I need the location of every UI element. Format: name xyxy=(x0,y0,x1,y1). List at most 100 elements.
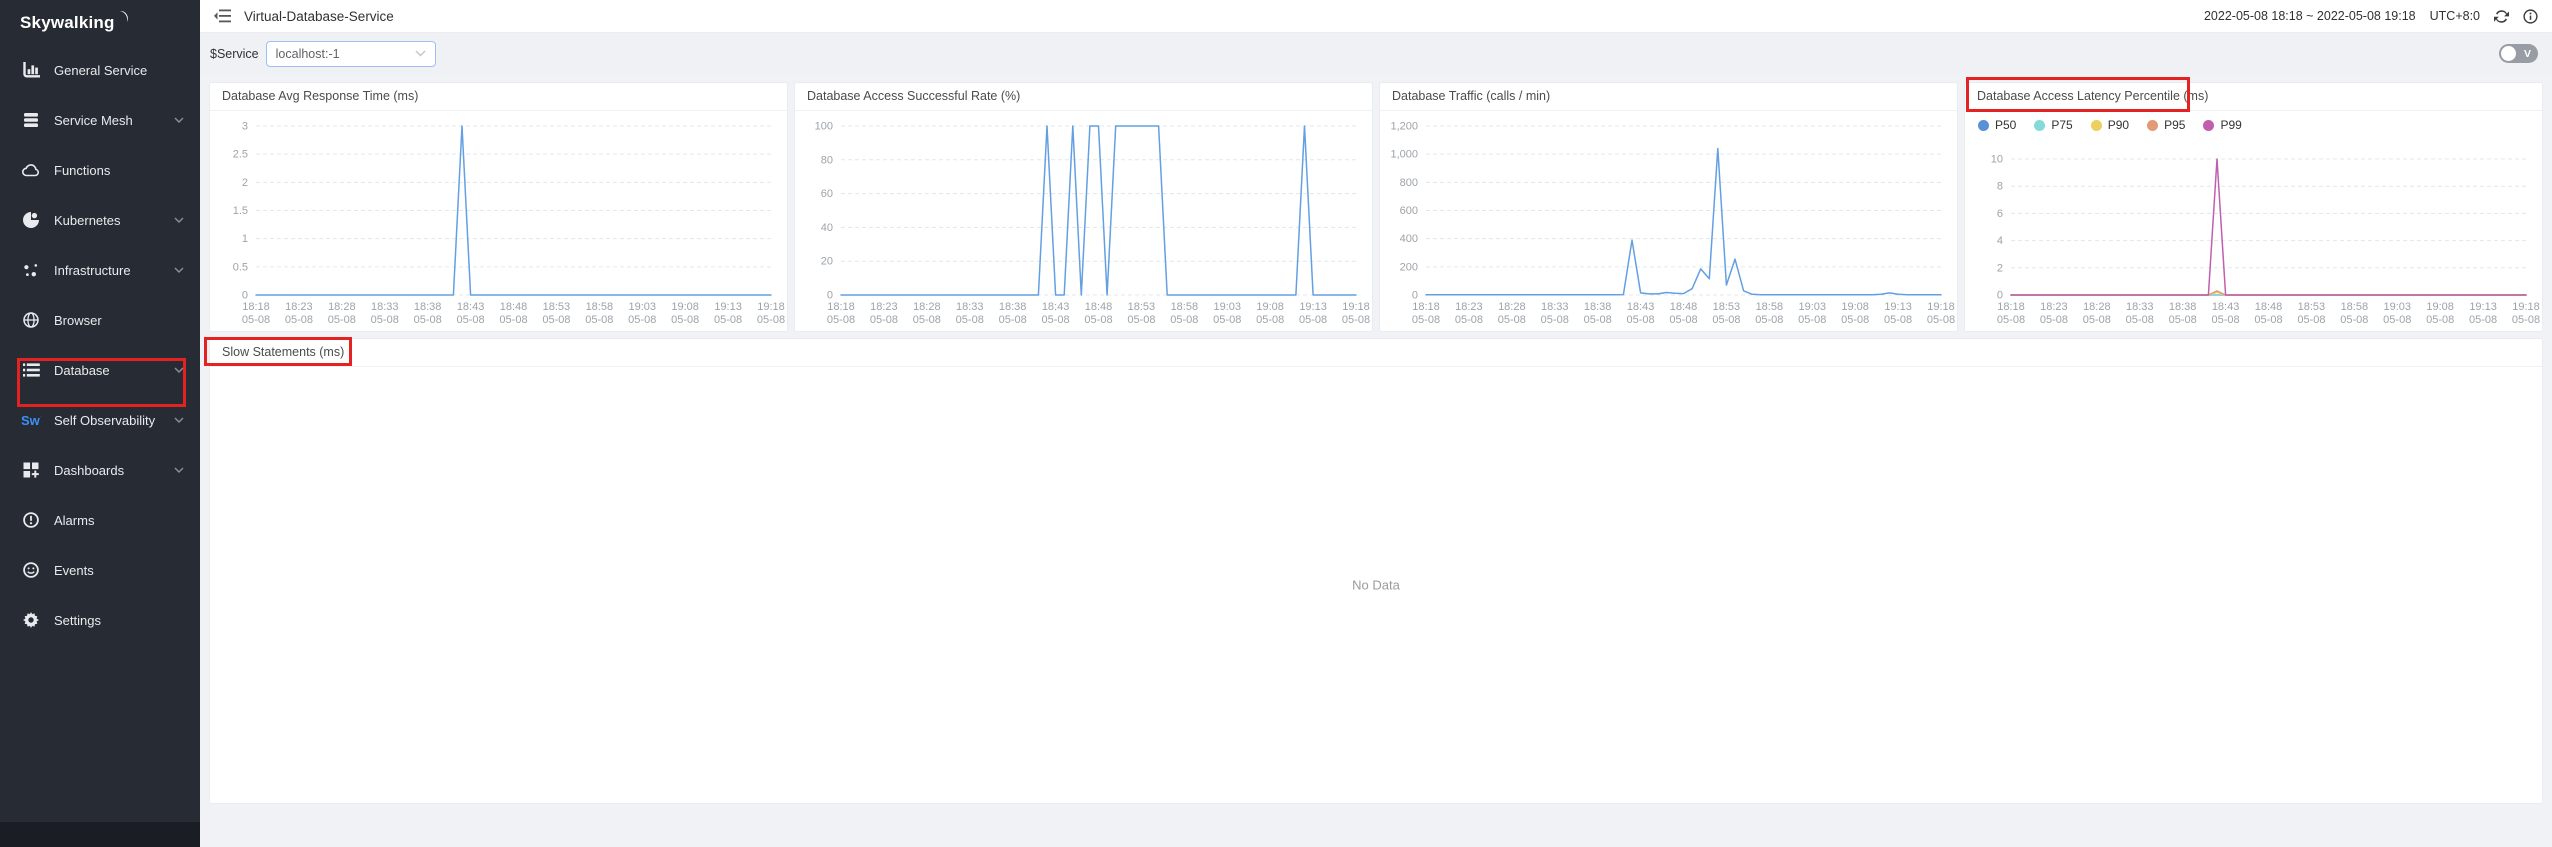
chevron-down-icon xyxy=(174,417,184,423)
svg-text:05-08: 05-08 xyxy=(457,314,485,326)
panel-title: Database Avg Response Time (ms) xyxy=(210,83,787,111)
svg-text:1,000: 1,000 xyxy=(1390,149,1418,161)
chevron-down-icon xyxy=(415,50,426,57)
svg-text:05-08: 05-08 xyxy=(328,314,356,326)
legend-dot xyxy=(2034,120,2045,131)
svg-text:05-08: 05-08 xyxy=(2469,314,2497,326)
svg-text:05-08: 05-08 xyxy=(999,314,1027,326)
svg-text:05-08: 05-08 xyxy=(2426,314,2454,326)
svg-text:05-08: 05-08 xyxy=(956,314,984,326)
svg-text:05-08: 05-08 xyxy=(2040,314,2068,326)
svg-text:18:23: 18:23 xyxy=(2040,301,2068,313)
svg-text:18:28: 18:28 xyxy=(913,301,941,313)
info-icon[interactable] xyxy=(2523,9,2538,24)
kubernetes-icon xyxy=(21,212,41,228)
svg-text:05-08: 05-08 xyxy=(371,314,399,326)
chevron-down-icon xyxy=(174,117,184,123)
svg-text:600: 600 xyxy=(1400,205,1418,217)
sidebar-item-label: Service Mesh xyxy=(54,113,174,128)
svg-text:0: 0 xyxy=(1997,290,2003,302)
svg-text:05-08: 05-08 xyxy=(1627,314,1655,326)
legend-dot xyxy=(2147,120,2158,131)
chevron-down-icon xyxy=(174,367,184,373)
svg-text:05-08: 05-08 xyxy=(1669,314,1697,326)
skywalking-logo[interactable]: Skywalking xyxy=(0,0,200,37)
database-access-latency-percentile-title: Database Access Latency Percentile (ms) xyxy=(1965,83,2542,111)
svg-text:05-08: 05-08 xyxy=(1541,314,1569,326)
panel-successful-rate: Database Access Successful Rate (%) 0204… xyxy=(794,82,1373,332)
svg-text:18:53: 18:53 xyxy=(1713,301,1741,313)
line-chart-latency-percentile[interactable]: 024681018:1805-0818:2305-0818:2805-0818:… xyxy=(1965,111,2542,331)
svg-text:18:43: 18:43 xyxy=(1627,301,1655,313)
view-mode-toggle[interactable]: V xyxy=(2499,44,2538,63)
fold-menu-icon[interactable] xyxy=(214,9,231,23)
svg-text:18:33: 18:33 xyxy=(1541,301,1569,313)
svg-text:05-08: 05-08 xyxy=(913,314,941,326)
line-chart-successful-rate[interactable]: 02040608010018:1805-0818:2305-0818:2805-… xyxy=(795,111,1372,331)
legend-item-p75[interactable]: P75 xyxy=(2034,118,2072,132)
svg-text:18:48: 18:48 xyxy=(500,301,528,313)
sidebar-item-kubernetes[interactable]: Kubernetes xyxy=(0,195,200,245)
sidebar-item-service-mesh[interactable]: Service Mesh xyxy=(0,95,200,145)
svg-text:19:13: 19:13 xyxy=(2469,301,2497,313)
sidebar-item-events[interactable]: Events xyxy=(0,545,200,595)
legend-label: P95 xyxy=(2164,118,2185,132)
sidebar-item-general-service[interactable]: General Service xyxy=(0,45,200,95)
sidebar-item-label: Infrastructure xyxy=(54,263,174,278)
sidebar-item-functions[interactable]: Functions xyxy=(0,145,200,195)
legend-item-p90[interactable]: P90 xyxy=(2091,118,2129,132)
svg-text:19:13: 19:13 xyxy=(1884,301,1912,313)
svg-text:05-08: 05-08 xyxy=(671,314,699,326)
svg-text:19:08: 19:08 xyxy=(1256,301,1284,313)
svg-text:18:38: 18:38 xyxy=(999,301,1027,313)
line-chart-traffic[interactable]: 02004006008001,0001,20018:1805-0818:2305… xyxy=(1380,111,1957,331)
svg-text:05-08: 05-08 xyxy=(1256,314,1284,326)
svg-text:19:13: 19:13 xyxy=(714,301,742,313)
globe-icon xyxy=(21,312,41,328)
sidebar-item-settings[interactable]: Settings xyxy=(0,595,200,645)
moon-swoosh-icon xyxy=(116,11,128,30)
svg-text:4: 4 xyxy=(1997,235,2003,247)
svg-text:19:18: 19:18 xyxy=(1342,301,1370,313)
bar-chart-icon xyxy=(21,62,41,78)
sidebar-item-database[interactable]: Database xyxy=(0,345,200,395)
refresh-icon[interactable] xyxy=(2494,9,2509,24)
dashboard-content: Database Avg Response Time (ms) 00.511.5… xyxy=(200,74,2552,847)
sidebar-item-label: Settings xyxy=(54,613,184,628)
svg-text:18:43: 18:43 xyxy=(1042,301,1070,313)
legend-item-p95[interactable]: P95 xyxy=(2147,118,2185,132)
svg-text:18:38: 18:38 xyxy=(414,301,442,313)
legend-item-p99[interactable]: P99 xyxy=(2203,118,2241,132)
sidebar-item-infrastructure[interactable]: Infrastructure xyxy=(0,245,200,295)
sidebar-item-label: Self Observability xyxy=(54,413,174,428)
legend-item-p50[interactable]: P50 xyxy=(1978,118,2016,132)
sidebar-item-self-observability[interactable]: SwSelf Observability xyxy=(0,395,200,445)
svg-text:05-08: 05-08 xyxy=(242,314,270,326)
time-range[interactable]: 2022-05-08 18:18 ~ 2022-05-08 19:18 xyxy=(2204,9,2416,23)
svg-text:05-08: 05-08 xyxy=(1213,314,1241,326)
svg-text:05-08: 05-08 xyxy=(714,314,742,326)
sidebar-item-label: Kubernetes xyxy=(54,213,174,228)
sidebar-item-dashboards[interactable]: Dashboards xyxy=(0,445,200,495)
sidebar-item-alarms[interactable]: Alarms xyxy=(0,495,200,545)
panel-slow-statements: Slow Statements (ms) No Data xyxy=(209,338,2543,804)
svg-text:3: 3 xyxy=(242,121,248,133)
svg-text:05-08: 05-08 xyxy=(1997,314,2025,326)
sidebar-item-browser[interactable]: Browser xyxy=(0,295,200,345)
events-icon xyxy=(21,562,41,578)
sidebar-item-label: Alarms xyxy=(54,513,184,528)
svg-text:05-08: 05-08 xyxy=(1299,314,1327,326)
service-select[interactable]: localhost:-1 xyxy=(266,41,436,67)
svg-text:05-08: 05-08 xyxy=(1584,314,1612,326)
svg-text:0: 0 xyxy=(1412,290,1418,302)
service-select-value: localhost:-1 xyxy=(276,47,340,61)
svg-text:200: 200 xyxy=(1400,261,1418,273)
svg-text:18:43: 18:43 xyxy=(2212,301,2240,313)
sidebar-collapse-area[interactable] xyxy=(0,822,200,847)
panel-title: Database Traffic (calls / min) xyxy=(1380,83,1957,111)
svg-text:05-08: 05-08 xyxy=(1498,314,1526,326)
svg-text:18:38: 18:38 xyxy=(2169,301,2197,313)
gear-icon xyxy=(21,612,41,628)
line-chart-avg-response-time[interactable]: 00.511.522.5318:1805-0818:2305-0818:2805… xyxy=(210,111,787,331)
svg-text:05-08: 05-08 xyxy=(1412,314,1440,326)
